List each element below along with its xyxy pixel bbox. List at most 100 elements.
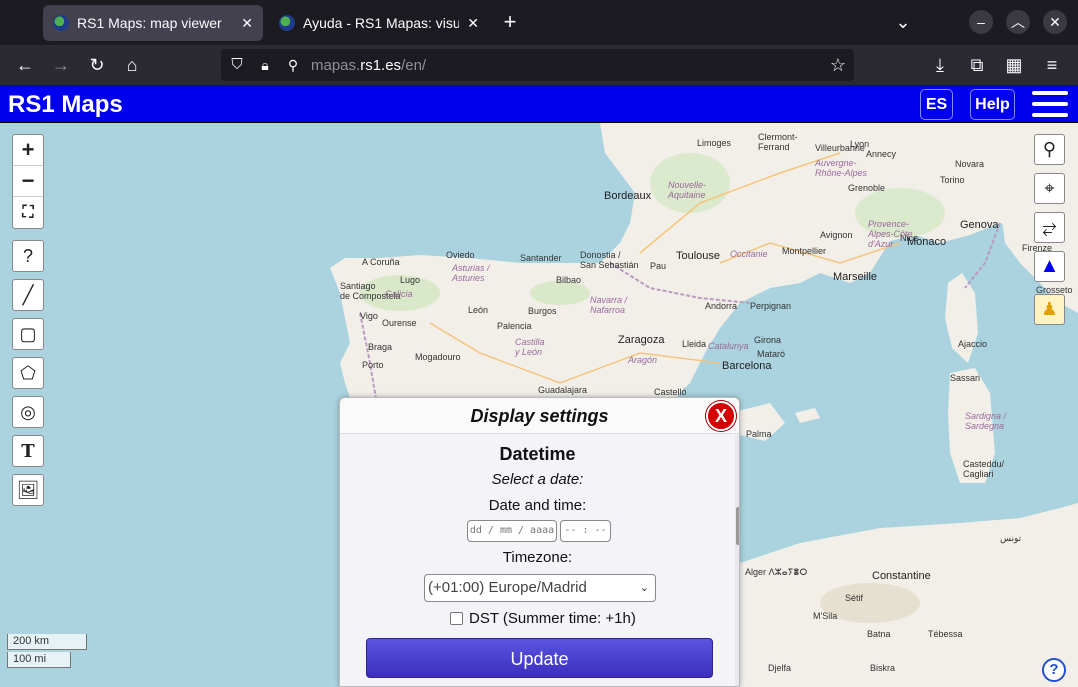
region-label: Sardigna / Sardegna — [965, 411, 1007, 431]
region-label: Nouvelle- Aquitaine — [668, 180, 707, 200]
help-question-icon[interactable]: ? — [12, 240, 44, 272]
place-label: Limoges — [697, 138, 732, 148]
route-icon[interactable]: ⥂ — [1034, 212, 1065, 243]
add-image-icon[interactable]: 🖼︎ — [12, 474, 44, 506]
maximize-icon[interactable]: ︿ — [1006, 10, 1030, 34]
place-label: Castelló — [654, 387, 687, 397]
browser-tab-rs1-maps[interactable]: RS1 Maps: map viewer ✕ — [43, 5, 263, 41]
time-input[interactable]: -- : -- — [560, 520, 611, 542]
place-label: Santander — [520, 253, 562, 263]
browser-tab-ayuda[interactable]: Ayuda - RS1 Mapas: visualiz ✕ — [269, 5, 489, 41]
list-tabs-chevron-icon[interactable]: ⌄ — [891, 10, 915, 34]
downloads-icon[interactable]: ⤓ — [928, 53, 952, 77]
draw-line-icon[interactable]: ╱ — [12, 279, 44, 311]
draw-rectangle-icon[interactable]: ▢ — [12, 318, 44, 350]
section-title-datetime: Datetime — [499, 444, 576, 464]
place-label: Casteddu/ Cagliari — [963, 459, 1005, 479]
app-menu-icon[interactable]: ≡ — [1040, 53, 1064, 77]
lock-icon[interactable]: 🔒︎ — [253, 53, 277, 77]
new-tab-plus-icon[interactable]: + — [498, 10, 522, 34]
place-label: Ajaccio — [958, 339, 988, 349]
tab-close-icon[interactable]: ✕ — [467, 15, 479, 32]
back-arrow-icon[interactable]: ← — [13, 53, 37, 77]
chevron-down-icon: ⌄ — [639, 582, 649, 594]
select-date-label: Select a date: — [491, 471, 584, 488]
url-bar[interactable]: ⛉ 🔒︎ ⚲ mapas.rs1.es/en/ ☆ — [221, 49, 854, 81]
place-label: Perpignan — [750, 301, 792, 311]
place-label: Girona — [754, 335, 782, 345]
place-label: Porto — [362, 360, 384, 370]
add-text-icon[interactable]: T — [12, 435, 44, 467]
place-label: Torino — [940, 175, 965, 185]
dialog-body: Datetime Select a date: Date and time: d… — [340, 435, 735, 686]
place-label: Bordeaux — [604, 190, 652, 202]
compass-icon[interactable]: ▲ — [1034, 251, 1065, 282]
place-label: Novara — [955, 159, 985, 169]
place-label: Lugo — [400, 275, 421, 285]
help-button[interactable]: Help — [970, 89, 1015, 120]
place-label: Clermont- Ferrand — [758, 132, 798, 152]
shield-icon[interactable]: ⛉ — [225, 53, 249, 77]
globe-favicon-icon — [53, 15, 69, 31]
update-button[interactable]: Update — [366, 638, 713, 678]
geolocate-crosshair-icon[interactable]: ⌖ — [1034, 173, 1065, 204]
tab-close-icon[interactable]: ✕ — [241, 15, 253, 32]
place-label: Barcelona — [722, 360, 772, 372]
draw-polygon-icon[interactable]: ⬠ — [12, 357, 44, 389]
dialog-title: Display settings — [470, 406, 609, 426]
dst-checkbox[interactable] — [450, 612, 463, 625]
close-icon[interactable]: X — [706, 401, 736, 431]
place-label: Braga — [368, 342, 393, 352]
bookmark-star-icon[interactable]: ☆ — [826, 53, 850, 77]
scale-km: 200 km — [7, 634, 87, 650]
zoom-out-button[interactable]: − — [13, 166, 43, 197]
draw-circle-icon[interactable]: ◎ — [12, 396, 44, 428]
place-label: León — [468, 305, 489, 315]
place-label: Genova — [960, 219, 999, 231]
region-label: Asturias / Asturies — [452, 263, 490, 283]
place-label: Pau — [650, 261, 667, 271]
date-input[interactable]: dd / mm / aaaa — [467, 520, 557, 542]
place-label: Lleida — [682, 339, 707, 349]
forward-arrow-icon[interactable]: → — [49, 53, 73, 77]
timezone-select[interactable]: (+01:00) Europe/Madrid ⌄ — [424, 574, 656, 602]
place-label: Constantine — [872, 570, 931, 582]
place-label: Biskra — [870, 663, 896, 673]
place-label: Palencia — [497, 321, 532, 331]
zoom-control: + − ⛶ — [12, 134, 44, 229]
close-window-icon[interactable]: ✕ — [1043, 10, 1067, 34]
home-icon[interactable]: ⌂ — [120, 53, 144, 77]
hamburger-menu-icon[interactable] — [1032, 91, 1068, 119]
place-label: Bilbao — [556, 275, 582, 285]
place-label: Marseille — [833, 271, 878, 283]
qr-code-icon[interactable]: ▦ — [1002, 53, 1026, 77]
region-label: Navarra / Nafarroa — [590, 295, 628, 315]
street-view-pegman-icon[interactable]: ♟ — [1034, 294, 1065, 325]
place-label: Batna — [867, 629, 891, 639]
place-label: Mogadouro — [415, 352, 461, 362]
tab-title: RS1 Maps: map viewer — [77, 15, 222, 31]
search-icon[interactable]: ⚲ — [1034, 134, 1065, 165]
permissions-icon[interactable]: ⚲ — [281, 53, 305, 77]
zoom-in-button[interactable]: + — [13, 135, 43, 166]
region-label: Catalunya — [708, 341, 749, 351]
reload-icon[interactable]: ↻ — [85, 53, 109, 77]
region-label: Castilla y León — [515, 337, 545, 357]
url-text: mapas.rs1.es/en/ — [311, 57, 427, 74]
timezone-selected-value: (+01:00) Europe/Madrid — [428, 579, 587, 596]
place-label: Villeurbanne — [815, 143, 865, 153]
globe-favicon-icon — [279, 15, 295, 31]
tab-title: Ayuda - RS1 Mapas: visualiz — [303, 15, 460, 31]
language-button[interactable]: ES — [920, 89, 953, 120]
place-label: Guadalajara — [538, 385, 588, 395]
help-circle-icon[interactable]: ? — [1042, 658, 1066, 682]
minimize-icon[interactable]: – — [969, 10, 993, 34]
extensions-icon[interactable]: ⧉ — [965, 53, 989, 77]
scale-mi: 100 mi — [7, 652, 71, 668]
place-label: M'Sila — [813, 611, 838, 621]
place-label: Mataró — [757, 349, 786, 359]
app-title[interactable]: RS1 Maps — [8, 91, 123, 119]
region-label: Occitanie — [730, 249, 768, 259]
dialog-scrollbar[interactable] — [735, 435, 739, 686]
fullscreen-icon[interactable]: ⛶ — [13, 197, 43, 228]
